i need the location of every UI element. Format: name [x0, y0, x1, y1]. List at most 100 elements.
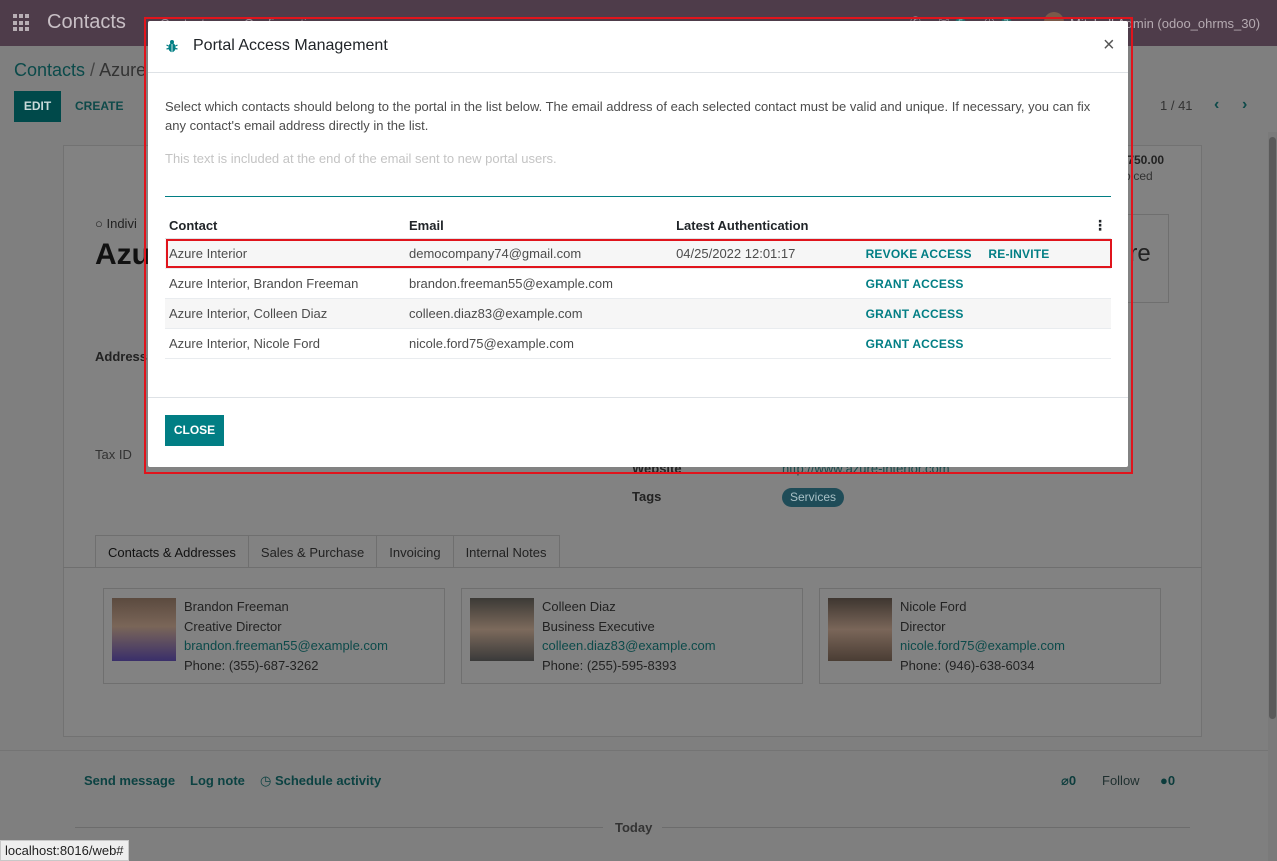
table-row[interactable]: Azure Interior, Colleen Diaz colleen.dia…: [165, 298, 1111, 329]
bug-icon[interactable]: [166, 39, 178, 53]
contact-card-function: Creative Director: [184, 619, 282, 634]
row-email[interactable]: nicole.ford75@example.com: [405, 328, 673, 359]
table-header-row: Contact Email Latest Authentication ⋮: [165, 213, 1111, 239]
apps-grid-icon[interactable]: [13, 14, 31, 32]
welcome-message-field[interactable]: [165, 147, 1111, 197]
row-actions: GRANT ACCESS: [861, 268, 1089, 299]
log-note-button[interactable]: Log note: [190, 773, 245, 788]
invoiced-stat-label[interactable]: oiced: [1124, 169, 1153, 183]
row-contact[interactable]: Azure Interior, Colleen Diaz: [165, 298, 405, 329]
breadcrumb-separator: /: [85, 60, 100, 80]
dialog-title: Portal Access Management: [193, 37, 388, 54]
column-header-contact[interactable]: Contact: [165, 213, 405, 239]
tab-contacts-addresses[interactable]: Contacts & Addresses: [95, 535, 249, 568]
contact-card-name: Colleen Diaz: [542, 599, 616, 614]
paperclip-icon: ⌀: [1061, 773, 1069, 788]
tab-sales-purchase[interactable]: Sales & Purchase: [247, 535, 378, 568]
tab-invoicing[interactable]: Invoicing: [376, 535, 454, 568]
column-header-actions: [861, 213, 1089, 239]
tags-label: Tags: [632, 489, 662, 504]
chevron-right-icon[interactable]: ›: [1242, 96, 1247, 114]
avatar: [112, 598, 176, 661]
row-email[interactable]: colleen.diaz83@example.com: [405, 298, 673, 329]
contact-card[interactable]: Nicole Ford Director nicole.ford75@examp…: [819, 588, 1161, 684]
row-email[interactable]: brandon.freeman55@example.com: [405, 268, 673, 299]
edit-button[interactable]: EDIT: [14, 91, 61, 122]
schedule-activity-button[interactable]: ◷ Schedule activity: [260, 773, 381, 789]
partner-name: Azu: [95, 238, 150, 271]
contact-card-email[interactable]: colleen.diaz83@example.com: [542, 638, 716, 653]
optional-columns-icon[interactable]: ⋮: [1088, 213, 1111, 239]
column-header-auth[interactable]: Latest Authentication: [672, 213, 862, 239]
row-auth: [672, 268, 862, 299]
contact-card[interactable]: Brandon Freeman Creative Director brando…: [103, 588, 445, 684]
address-label: Address: [95, 349, 148, 364]
column-header-email[interactable]: Email: [405, 213, 673, 239]
row-opt: [1088, 268, 1111, 299]
row-opt: [1088, 298, 1111, 329]
row-auth: [672, 298, 862, 329]
revoke-access-button[interactable]: REVOKE ACCESS: [866, 247, 972, 261]
contact-card-phone: Phone: (946)-638-6034: [900, 658, 1035, 673]
contact-card-phone: Phone: (355)-687-3262: [184, 658, 319, 673]
row-actions: GRANT ACCESS: [861, 298, 1089, 329]
dialog-header: Portal Access Management ×: [148, 21, 1128, 73]
table-row[interactable]: Azure Interior, Nicole Ford nicole.ford7…: [165, 328, 1111, 359]
invoiced-stat-amount[interactable]: ,750.00: [1124, 153, 1164, 167]
row-contact[interactable]: Azure Interior, Nicole Ford: [165, 328, 405, 359]
portal-users-table: Contact Email Latest Authentication ⋮ Az…: [165, 213, 1111, 359]
pager-value[interactable]: 1 / 41: [1160, 98, 1193, 113]
row-contact[interactable]: Azure Interior, Brandon Freeman: [165, 268, 405, 299]
attachments-button[interactable]: ⌀0: [1061, 773, 1076, 789]
send-message-button[interactable]: Send message: [84, 773, 175, 788]
breadcrumb-root[interactable]: Contacts: [14, 60, 85, 80]
contact-card-email[interactable]: nicole.ford75@example.com: [900, 638, 1065, 653]
chatter: [0, 750, 1277, 861]
clock-icon: ◷: [260, 773, 272, 788]
contact-card[interactable]: Colleen Diaz Business Executive colleen.…: [461, 588, 803, 684]
followers-button[interactable]: ●0: [1160, 773, 1175, 788]
row-email[interactable]: democompany74@gmail.com: [405, 238, 673, 269]
follow-button[interactable]: Follow: [1102, 773, 1140, 788]
row-actions: REVOKE ACCESS RE-INVITE: [861, 238, 1089, 269]
contact-card-name: Brandon Freeman: [184, 599, 289, 614]
contact-card-function: Director: [900, 619, 946, 634]
table-row[interactable]: Azure Interior democompany74@gmail.com 0…: [165, 238, 1111, 269]
followers-count: 0: [1167, 773, 1176, 788]
tab-internal-notes[interactable]: Internal Notes: [452, 535, 560, 568]
grant-access-button[interactable]: GRANT ACCESS: [866, 337, 964, 351]
row-auth: [672, 328, 862, 359]
grant-access-button[interactable]: GRANT ACCESS: [866, 307, 964, 321]
close-button[interactable]: CLOSE: [165, 415, 224, 446]
breadcrumb-current: Azure: [99, 60, 147, 80]
tabs-divider: [63, 567, 1202, 568]
radio-icon[interactable]: ○: [95, 216, 103, 231]
user-icon: ●: [1160, 773, 1168, 788]
avatar: [470, 598, 534, 661]
divider: [75, 827, 603, 828]
re-invite-button[interactable]: RE-INVITE: [988, 247, 1049, 261]
divider: [662, 827, 1190, 828]
contact-card-function: Business Executive: [542, 619, 655, 634]
avatar: [828, 598, 892, 661]
tag-badge[interactable]: Services: [782, 488, 845, 507]
notebook-tabs: Contacts & Addresses Sales & Purchase In…: [95, 535, 560, 568]
app-brand[interactable]: Contacts: [47, 11, 126, 34]
contact-card-email[interactable]: brandon.freeman55@example.com: [184, 638, 388, 653]
chevron-left-icon[interactable]: ‹: [1214, 96, 1219, 114]
radio-label: Indivi: [106, 216, 137, 231]
portal-access-dialog: Portal Access Management × Select which …: [148, 21, 1128, 467]
create-button[interactable]: CREATE: [75, 99, 123, 113]
close-icon[interactable]: ×: [1103, 34, 1115, 57]
schedule-activity-label: Schedule activity: [274, 773, 382, 788]
breadcrumb: Contacts / Azure: [14, 60, 146, 81]
contact-card-phone: Phone: (255)-595-8393: [542, 658, 677, 673]
row-opt: [1088, 328, 1111, 359]
table-row[interactable]: Azure Interior, Brandon Freeman brandon.…: [165, 268, 1111, 299]
row-contact[interactable]: Azure Interior: [165, 238, 405, 269]
page-scrollbar-thumb[interactable]: [1269, 137, 1276, 719]
status-bar-url: localhost:8016/web#: [0, 840, 129, 861]
grant-access-button[interactable]: GRANT ACCESS: [866, 277, 964, 291]
company-type-radio[interactable]: ○ Indivi: [95, 216, 137, 231]
today-separator: Today: [615, 820, 653, 835]
